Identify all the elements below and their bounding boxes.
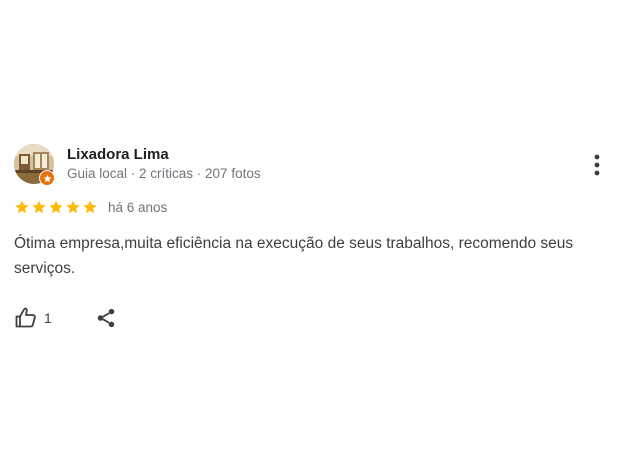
star-icon xyxy=(15,200,29,214)
review-card: Lixadora Lima Guia local · 2 críticas · … xyxy=(0,0,620,469)
like-button[interactable]: 1 xyxy=(14,306,52,330)
star-icon xyxy=(32,200,46,214)
thumb-up-icon xyxy=(15,307,36,328)
like-count: 1 xyxy=(44,310,52,326)
rating-row: há 6 anos xyxy=(14,198,167,216)
review-date: há 6 anos xyxy=(108,199,168,215)
review-text: Ótima empresa,muita eficiência na execuç… xyxy=(14,235,574,277)
star-icon xyxy=(83,200,97,214)
star-rating xyxy=(14,199,98,215)
star-icon xyxy=(49,200,63,214)
author-name[interactable]: Lixadora Lima xyxy=(67,146,169,163)
author-meta[interactable]: Guia local · 2 críticas · 207 fotos xyxy=(67,166,261,181)
more-options-button[interactable] xyxy=(588,152,606,178)
local-guide-star-icon xyxy=(39,170,55,186)
share-icon xyxy=(97,308,115,328)
review-actions: 1 xyxy=(14,305,118,331)
star-icon xyxy=(66,200,80,214)
review-header: Lixadora Lima Guia local · 2 críticas · … xyxy=(14,144,606,186)
avatar[interactable] xyxy=(14,144,55,186)
share-button[interactable] xyxy=(94,306,118,330)
more-vertical-icon xyxy=(594,154,600,176)
